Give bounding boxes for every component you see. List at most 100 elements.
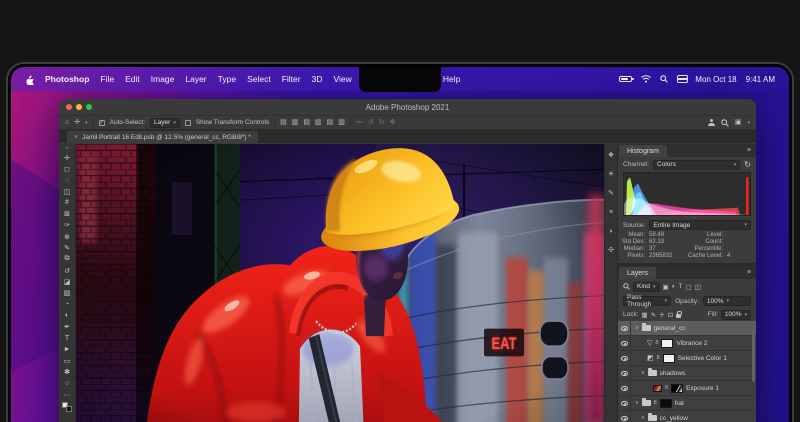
blur-tool[interactable]: ◔ [59, 299, 75, 310]
menu-type[interactable]: Type [218, 74, 236, 84]
move-tool-icon[interactable]: ✛ [74, 119, 80, 126]
menu-image[interactable]: Image [151, 74, 175, 84]
collapsed-panel-adjustments-icon[interactable]: ☀ [608, 171, 614, 178]
layer-row-hat[interactable]: ∨ 8 hat [618, 396, 756, 411]
filter-shape-layers-icon[interactable]: ▢ [686, 283, 692, 291]
history-brush-tool[interactable]: ↺ [59, 265, 75, 276]
collapsed-panel-history-icon[interactable]: ✣ [608, 247, 614, 254]
chevron-down-icon[interactable]: ∨ [641, 415, 645, 421]
lock-artboard-icon[interactable]: ⊡ [668, 311, 673, 319]
chevron-down-icon[interactable]: ∨ [635, 400, 639, 406]
filter-kind-dropdown[interactable]: Kind▾ [633, 282, 660, 292]
filter-adjustment-layers-icon[interactable]: ◐ [672, 283, 676, 290]
align-right-icon[interactable]: ▤ [303, 119, 310, 126]
align-bottom-icon[interactable]: ▥ [338, 119, 345, 126]
menu-filter[interactable]: Filter [282, 74, 301, 84]
clone-stamp-tool[interactable]: ⧉ [59, 254, 75, 265]
filter-type-layers-icon[interactable]: T [679, 283, 683, 290]
opacity-dropdown[interactable]: 100%▾ [703, 296, 751, 306]
visibility-toggle[interactable] [618, 336, 631, 350]
collapsed-panel-properties-icon[interactable]: ≡ [609, 209, 613, 216]
histogram-tab[interactable]: Histogram [619, 145, 667, 157]
mask-thumbnail[interactable] [660, 399, 672, 408]
channel-dropdown[interactable]: Colors▾ [653, 160, 740, 170]
lock-transparency-icon[interactable]: ▦ [642, 311, 648, 319]
battery-icon[interactable] [619, 76, 632, 82]
edit-toolbar-button[interactable]: ⋯ [59, 389, 75, 400]
menu-help[interactable]: Help [443, 74, 460, 84]
toolbar-expand-icon[interactable]: » [66, 145, 69, 152]
filter-smart-objects-icon[interactable]: ◫ [695, 283, 701, 291]
histogram-refresh-icon[interactable]: ↻ [744, 160, 751, 169]
layers-scrollbar[interactable] [752, 330, 755, 382]
fill-dropdown[interactable]: 100%▾ [721, 310, 751, 320]
align-ellipsis-icon[interactable]: ⋯ [356, 119, 363, 126]
spotlight-search-icon[interactable] [660, 75, 668, 83]
visibility-toggle[interactable] [618, 381, 631, 395]
lock-position-icon[interactable]: ✛ [659, 311, 664, 319]
menu-view[interactable]: View [333, 74, 351, 84]
chevron-down-icon[interactable]: ∨ [641, 370, 645, 376]
workspace-switcher-icon[interactable]: ▣ [735, 119, 742, 126]
frame-tool[interactable]: ⊠ [59, 208, 75, 219]
visibility-toggle[interactable] [618, 411, 631, 422]
hand-tool[interactable]: ✽ [59, 367, 75, 378]
source-dropdown[interactable]: Entire Image▾ [649, 220, 751, 230]
layer-row-exposure[interactable]: 8 Exposure 1 [618, 381, 756, 396]
layer-row-cc-yellow[interactable]: ∨ cc_yellow [618, 411, 756, 422]
layer-row-selective-color[interactable]: ◩ 8 Selective Color 1 [618, 351, 756, 366]
blend-mode-dropdown[interactable]: Pass Through▾ [623, 296, 671, 306]
menu-edit[interactable]: Edit [125, 74, 140, 84]
gradient-tool[interactable]: ▨ [59, 288, 75, 299]
layer-row-shadows[interactable]: ∨ shadows [618, 366, 756, 381]
color-swatches[interactable] [62, 402, 72, 412]
menu-select[interactable]: Select [247, 74, 271, 84]
chevron-down-icon[interactable]: ∨ [635, 325, 639, 331]
dodge-tool[interactable]: ◐ [59, 310, 75, 321]
lasso-tool[interactable]: ◌ [59, 175, 75, 186]
menu-clock-date[interactable]: Mon Oct 18 [695, 75, 736, 84]
histogram-panel-menu-icon[interactable]: ≡ [747, 147, 751, 154]
lock-pixels-icon[interactable]: ✎ [651, 311, 656, 319]
healing-brush-tool[interactable]: ⊕ [59, 231, 75, 242]
background-color-swatch[interactable] [66, 406, 72, 412]
visibility-toggle[interactable] [618, 351, 631, 365]
object-selection-tool[interactable]: ◫ [59, 186, 75, 197]
show-transform-checkbox[interactable] [185, 120, 191, 126]
mask-thumbnail[interactable] [663, 354, 675, 363]
menu-layer[interactable]: Layer [185, 74, 206, 84]
align-center-h-icon[interactable]: ▥ [292, 119, 299, 126]
ps-search-icon[interactable] [721, 119, 729, 127]
collapsed-panel-paths-icon[interactable]: ✎ [608, 190, 614, 197]
move-tool[interactable]: ✛ [59, 152, 75, 163]
share-image-icon[interactable] [708, 119, 715, 126]
type-tool[interactable]: T [59, 333, 75, 344]
auto-select-dropdown[interactable]: Layer▾ [150, 118, 180, 128]
menu-file[interactable]: File [100, 74, 114, 84]
visibility-toggle[interactable] [618, 321, 631, 335]
visibility-toggle[interactable] [618, 396, 631, 410]
wifi-icon[interactable] [641, 75, 651, 83]
collapsed-panel-color-icon[interactable]: ◗ [609, 228, 613, 235]
layer-row-vibrance[interactable]: ▽ 8 Vibrance 2 [618, 336, 756, 351]
align-left-icon[interactable]: ▤ [280, 119, 287, 126]
layers-tab[interactable]: Layers [619, 267, 656, 279]
home-icon[interactable]: ⌂ [65, 119, 69, 126]
pen-tool[interactable]: ✒ [59, 321, 75, 332]
apple-logo-icon[interactable] [25, 74, 34, 85]
visibility-toggle[interactable] [618, 366, 631, 380]
layer-thumbnail[interactable] [653, 385, 662, 392]
control-center-icon[interactable] [677, 75, 686, 83]
filter-pixel-layers-icon[interactable]: ▣ [663, 283, 669, 291]
collapsed-panel-brushes-icon[interactable]: ❖ [608, 152, 614, 159]
marquee-tool[interactable]: ◻ [59, 163, 75, 174]
menu-app-name[interactable]: Photoshop [45, 74, 89, 84]
mask-thumbnail[interactable] [671, 384, 683, 393]
auto-select-checkbox[interactable]: ✓ [99, 120, 105, 126]
eyedropper-tool[interactable]: ✑ [59, 220, 75, 231]
window-titlebar[interactable]: Adobe Photoshop 2021 [59, 99, 756, 115]
brush-tool[interactable]: ✎ [59, 242, 75, 253]
workspace-caret-icon[interactable]: ▾ [747, 120, 750, 126]
mask-thumbnail[interactable] [661, 339, 673, 348]
menu-3d[interactable]: 3D [312, 74, 323, 84]
